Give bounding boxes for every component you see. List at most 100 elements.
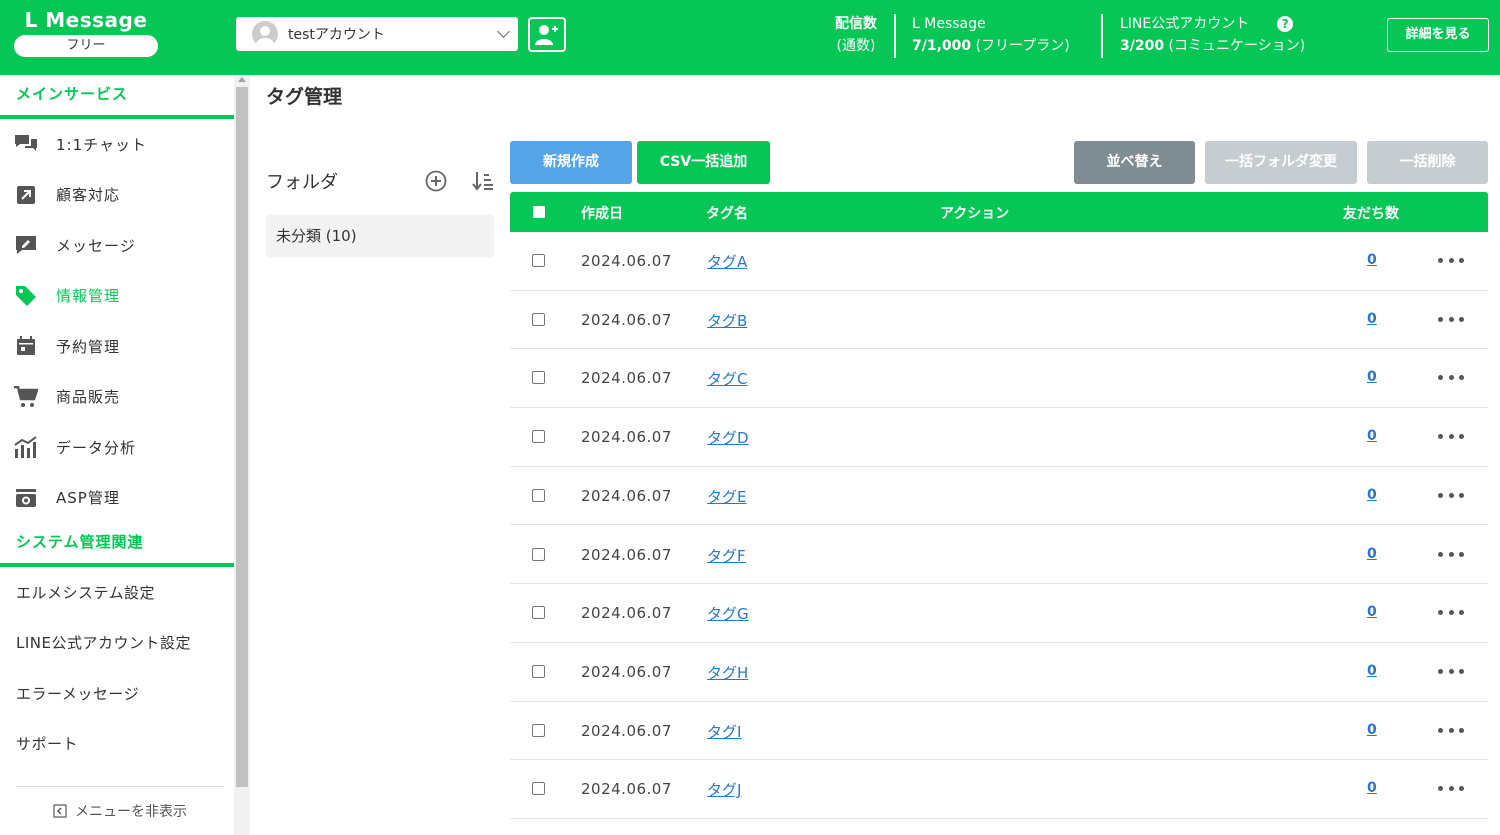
csv-import-button[interactable]: CSV一括追加 [637,141,770,184]
row-checkbox[interactable] [532,371,545,385]
row-tag-link[interactable]: タグJ [707,779,741,800]
column-header-tag-name[interactable]: タグ名 [706,203,748,223]
row-created-date: 2024.06.07 [581,252,672,270]
table-row: 2024.06.07 タグA 0 [510,232,1488,291]
sidebar-item-system-settings[interactable]: エルメシステム設定 [0,567,234,618]
table-row: 2024.06.07 タグI 0 [510,702,1488,761]
sidebar-item-reservation[interactable]: 予約管理 [0,321,234,372]
add-folder-icon[interactable] [425,170,447,192]
sidebar-item-support[interactable]: サポート [0,719,234,770]
row-tag-link[interactable]: タグE [707,486,746,507]
bulk-folder-change-button[interactable]: 一括フォルダ変更 [1205,141,1357,184]
more-options-icon[interactable] [1438,786,1464,792]
new-tag-button[interactable]: 新規作成 [510,141,632,184]
row-checkbox[interactable] [532,488,545,502]
app-logo[interactable]: L Message フリー [14,8,158,57]
scroll-up-arrow[interactable] [238,77,246,82]
sidebar-item-asp[interactable]: ASP管理 [0,473,234,524]
more-options-icon[interactable] [1438,434,1464,440]
more-options-icon[interactable] [1438,492,1464,498]
table-row: 2024.06.07 タグG 0 [510,584,1488,643]
more-options-icon[interactable] [1438,316,1464,322]
help-icon[interactable]: ? [1277,16,1294,32]
row-tag-link[interactable]: タグG [707,603,749,624]
row-tag-link[interactable]: タグH [707,662,748,683]
sidebar-item-chat[interactable]: 1:1チャット [0,119,234,170]
sidebar-item-info[interactable]: 情報管理 [0,271,234,322]
divider [1101,14,1103,58]
sidebar-item-label: 予約管理 [56,337,121,356]
row-friend-count-link[interactable]: 0 [1367,311,1377,327]
row-friend-count-link[interactable]: 0 [1367,487,1377,503]
row-tag-link[interactable]: タグF [707,545,746,566]
details-button[interactable]: 詳細を見る [1387,18,1489,52]
bulk-delete-button[interactable]: 一括削除 [1367,141,1488,184]
row-friend-count-link[interactable]: 0 [1367,663,1377,679]
scroll-thumb[interactable] [236,87,248,787]
dot [1459,258,1464,263]
more-options-icon[interactable] [1438,258,1464,263]
table-row: 2024.06.07 タグF 0 [510,526,1488,585]
table-row: 2024.06.07 タグE 0 [510,467,1488,526]
row-tag-link[interactable]: タグD [707,427,749,448]
account-selector[interactable]: testアカウント [236,17,518,51]
row-tag-link[interactable]: タグI [707,721,741,742]
row-checkbox[interactable] [532,312,545,326]
column-header-created[interactable]: 作成日 [581,203,623,223]
row-tag-link[interactable]: タグC [707,368,747,389]
sidebar-item-sales[interactable]: 商品販売 [0,372,234,423]
sidebar-item-customer[interactable]: 顧客対応 [0,170,234,221]
row-checkbox[interactable] [532,430,545,444]
folder-item-uncategorized[interactable]: 未分類 (10) [266,215,494,257]
sidebar-item-label: データ分析 [56,438,137,457]
dot [1459,492,1464,498]
sidebar-item-error-messages[interactable]: エラーメッセージ [0,668,234,719]
row-checkbox[interactable] [532,547,545,561]
row-tag-link[interactable]: タグB [707,310,747,331]
more-options-icon[interactable] [1438,727,1464,733]
row-friend-count-link[interactable]: 0 [1367,428,1377,444]
row-friend-count-link[interactable]: 0 [1367,369,1377,385]
chat-icon [14,132,38,156]
row-friend-count-link[interactable]: 0 [1367,546,1377,562]
row-friend-count-link[interactable]: 0 [1367,252,1377,268]
more-options-icon[interactable] [1438,551,1464,557]
more-options-icon[interactable] [1438,668,1464,674]
row-created-date: 2024.06.07 [581,369,672,388]
sidebar-item-label: 顧客対応 [56,186,121,205]
select-all-checkbox[interactable] [533,206,545,218]
sidebar-scrollbar[interactable] [234,75,250,835]
row-friend-count-link[interactable]: 0 [1367,722,1377,738]
dot [1459,668,1464,674]
column-header-friends[interactable]: 友だち数 [1343,203,1399,223]
sidebar-item-label: 情報管理 [56,287,121,306]
chevron-down-icon [497,25,510,38]
row-friend-count-link[interactable]: 0 [1367,780,1377,796]
row-friend-count-link[interactable]: 0 [1367,604,1377,620]
sidebar-item-line-settings[interactable]: LINE公式アカウント設定 [0,618,234,669]
dot [1438,786,1443,792]
row-checkbox[interactable] [532,782,545,796]
row-checkbox[interactable] [532,723,545,737]
row-checkbox[interactable] [532,606,545,620]
folder-header: フォルダ [266,168,494,194]
add-user-button[interactable] [528,17,566,52]
row-checkbox[interactable] [532,254,545,267]
more-options-icon[interactable] [1438,375,1464,381]
dot [1448,434,1454,440]
collapse-icon [53,804,67,818]
hide-menu-label: メニューを非表示 [75,804,187,820]
logo-title: L Message [24,8,148,32]
reorder-button[interactable]: 並べ替え [1074,141,1195,184]
sidebar-item-message[interactable]: メッセージ [0,220,234,271]
external-link-icon [14,183,38,207]
calendar-icon [14,334,38,358]
row-checkbox[interactable] [532,664,545,678]
row-tag-link[interactable]: タグA [707,251,747,272]
sidebar-item-analytics[interactable]: データ分析 [0,422,234,473]
sidebar-item-label: 1:1チャット [56,135,147,154]
hide-menu-button[interactable]: メニューを非表示 [16,786,224,835]
dot [1438,434,1443,440]
sort-icon[interactable] [472,170,494,192]
more-options-icon[interactable] [1438,610,1464,616]
